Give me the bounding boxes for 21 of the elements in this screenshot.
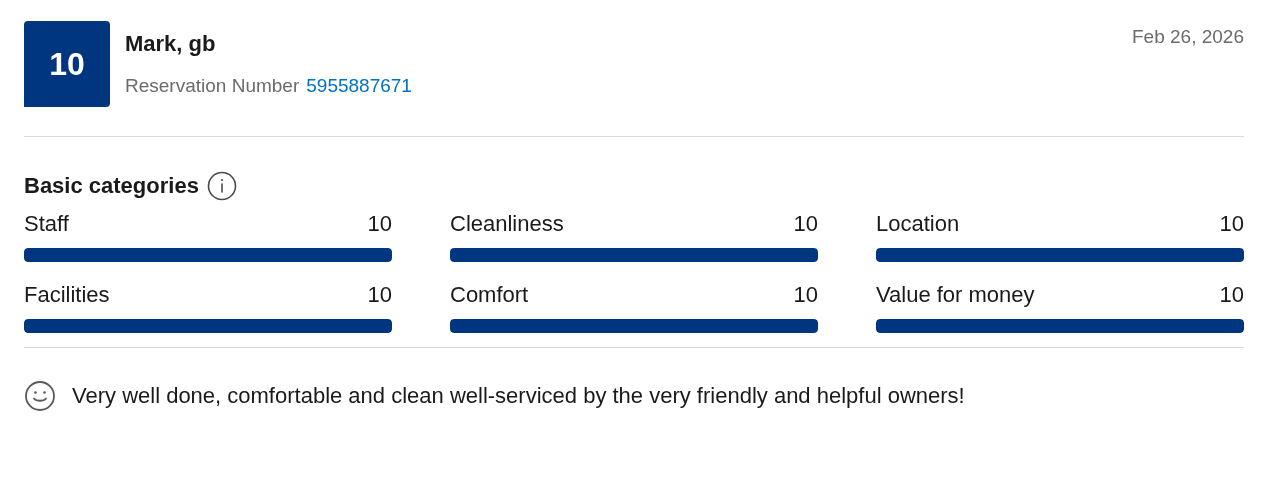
category-name: Value for money [876, 282, 1035, 308]
category-score: 10 [793, 282, 818, 308]
reservation-number-link[interactable]: 5955887671 [306, 75, 412, 97]
category-name: Location [876, 211, 960, 237]
review-score: 10 [24, 21, 110, 107]
category-name: Comfort [450, 282, 529, 308]
category-score: 10 [1219, 211, 1244, 237]
category-name: Staff [24, 211, 69, 237]
reservation-label: Reservation Number [125, 75, 300, 97]
category-score: 10 [1219, 282, 1244, 308]
review-comment: Very well done, comfortable and clean well-serviced by the very friendly and helpful owners! [72, 383, 965, 409]
category-score: 10 [367, 282, 392, 308]
category-name: Facilities [24, 282, 110, 308]
info-icon[interactable] [206, 171, 237, 201]
category-score: 10 [793, 211, 818, 237]
reviewer-name: Mark, gb [125, 31, 216, 57]
smiley-icon [24, 380, 56, 412]
section-title: Basic categories [24, 173, 199, 199]
category-score: 10 [367, 211, 392, 237]
review-date: Feb 26, 2026 [1132, 25, 1244, 48]
category-name: Cleanliness [450, 211, 564, 237]
